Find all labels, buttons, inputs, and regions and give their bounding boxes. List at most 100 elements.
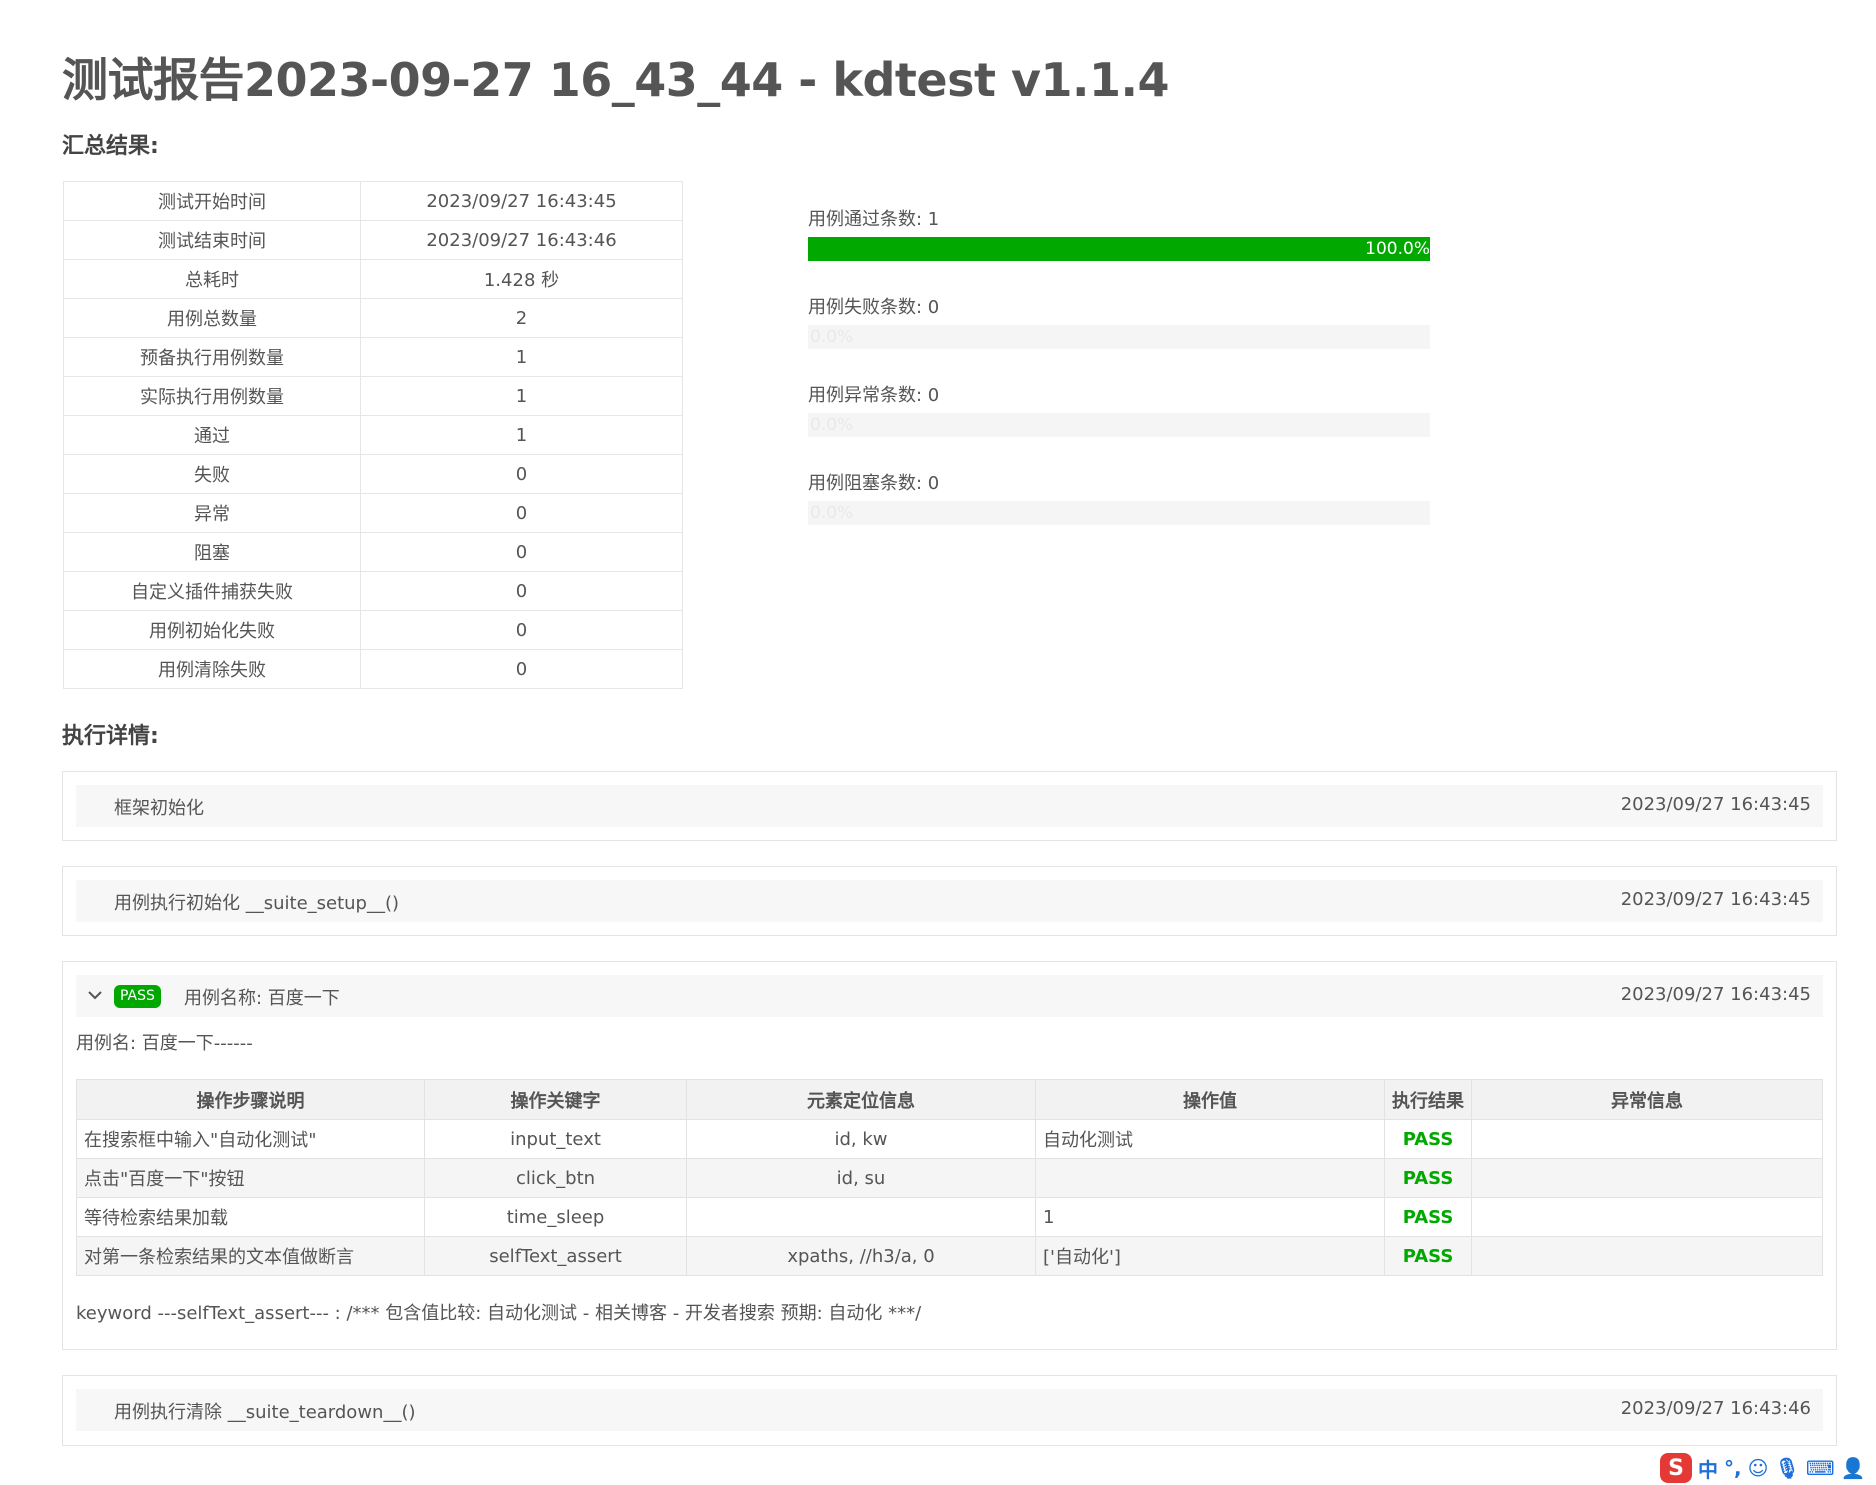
pass-badge: PASS (114, 985, 161, 1008)
summary-key: 测试开始时间 (63, 181, 361, 221)
chevron-down-icon[interactable] (87, 987, 103, 1003)
summary-value: 0 (360, 649, 683, 689)
stat-label: 用例通过条数: 1 (808, 209, 940, 230)
steps-column-header: 操作步骤说明 (76, 1079, 425, 1120)
stat-percent: 100.0% (1365, 239, 1430, 259)
summary-key: 预备执行用例数量 (63, 337, 361, 377)
stat-progress-bar: 0.0% (808, 413, 1430, 437)
summary-value: 0 (360, 493, 683, 533)
step-row: 点击"百度一下"按钮 click_btn id, su PASS (76, 1158, 1823, 1198)
ime-mode[interactable]: 中 (1698, 1454, 1718, 1483)
summary-key: 用例清除失败 (63, 649, 361, 689)
case-time: 2023/09/27 16:43:45 (1620, 984, 1811, 1005)
steps-column-header: 操作关键字 (424, 1079, 687, 1120)
steps-column-header: 执行结果 (1384, 1079, 1472, 1120)
emoji-icon[interactable]: ☺ (1748, 1456, 1769, 1480)
framework-init-panel[interactable]: 框架初始化 2023/09/27 16:43:45 (62, 771, 1837, 841)
details-heading: 执行详情: (62, 724, 159, 749)
summary-key: 用例总数量 (63, 298, 361, 338)
step-desc: 对第一条检索结果的文本值做断言 (76, 1236, 425, 1276)
step-keyword: click_btn (424, 1158, 687, 1198)
summary-key: 实际执行用例数量 (63, 376, 361, 416)
framework-init-header[interactable]: 框架初始化 2023/09/27 16:43:45 (76, 785, 1823, 827)
case-log: keyword ---selfText_assert--- : /*** 包含值… (76, 1303, 922, 1324)
summary-row: 测试开始时间 2023/09/27 16:43:45 (63, 181, 683, 221)
summary-row: 用例初始化失败 0 (63, 610, 683, 650)
step-result: PASS (1384, 1197, 1472, 1237)
suite-setup-panel[interactable]: 用例执行初始化 __suite_setup__() 2023/09/27 16:… (62, 866, 1837, 936)
steps-column-header: 元素定位信息 (686, 1079, 1036, 1120)
summary-table: 测试开始时间 2023/09/27 16:43:45 测试结束时间 2023/09/2… (63, 181, 683, 689)
stat-label: 用例阻塞条数: 0 (808, 473, 940, 494)
step-value: 1 (1035, 1197, 1385, 1237)
suite-teardown-title: 用例执行清除 __suite_teardown__() (114, 1402, 416, 1423)
summary-value: 1.428 秒 (360, 259, 683, 299)
step-error (1471, 1236, 1823, 1276)
summary-key: 失败 (63, 454, 361, 494)
step-locator (686, 1197, 1036, 1237)
step-row: 在搜索框中输入"自动化测试" input_text id, kw 自动化测试 PASS (76, 1119, 1823, 1159)
framework-init-title: 框架初始化 (114, 798, 204, 819)
summary-row: 预备执行用例数量 1 (63, 337, 683, 377)
summary-row: 异常 0 (63, 493, 683, 533)
summary-value: 2023/09/27 16:43:45 (360, 181, 683, 221)
case-header[interactable]: PASS 用例名称: 百度一下 2023/09/27 16:43:45 (76, 975, 1823, 1017)
summary-value: 0 (360, 532, 683, 572)
step-error (1471, 1158, 1823, 1198)
summary-value: 0 (360, 454, 683, 494)
stat-row: 用例通过条数: 1 100.0% (808, 205, 1430, 261)
step-desc: 点击"百度一下"按钮 (76, 1158, 425, 1198)
punctuation-icon[interactable]: °, (1724, 1456, 1742, 1480)
user-icon[interactable]: 👤 (1841, 1456, 1866, 1480)
framework-init-time: 2023/09/27 16:43:45 (1620, 794, 1811, 815)
summary-key: 自定义插件捕获失败 (63, 571, 361, 611)
step-locator: id, kw (686, 1119, 1036, 1159)
summary-key: 总耗时 (63, 259, 361, 299)
stat-label: 用例异常条数: 0 (808, 385, 940, 406)
step-result: PASS (1384, 1119, 1472, 1159)
summary-row: 实际执行用例数量 1 (63, 376, 683, 416)
stat-row: 用例阻塞条数: 0 0.0% (808, 469, 1430, 525)
stat-percent: 0.0% (810, 503, 854, 523)
summary-key: 测试结束时间 (63, 220, 361, 260)
step-value: ['自动化'] (1035, 1236, 1385, 1276)
suite-setup-header[interactable]: 用例执行初始化 __suite_setup__() 2023/09/27 16:… (76, 880, 1823, 922)
ime-toolbar[interactable]: S 中 °, ☺ 🎙 ⌨ 👤 (1660, 1453, 1866, 1483)
summary-value: 2023/09/27 16:43:46 (360, 220, 683, 260)
step-locator: id, su (686, 1158, 1036, 1198)
step-error (1471, 1197, 1823, 1237)
summary-key: 通过 (63, 415, 361, 455)
step-value: 自动化测试 (1035, 1119, 1385, 1159)
suite-teardown-time: 2023/09/27 16:43:46 (1620, 1398, 1811, 1419)
summary-key: 异常 (63, 493, 361, 533)
page-title: 测试报告2023-09-27 16_43_44 - kdtest v1.1.4 (62, 53, 1169, 107)
step-row: 等待检索结果加载 time_sleep 1 PASS (76, 1197, 1823, 1237)
summary-value: 1 (360, 337, 683, 377)
microphone-icon[interactable]: 🎙 (1774, 1456, 1799, 1480)
ime-logo[interactable]: S (1660, 1453, 1692, 1483)
stat-percent: 0.0% (810, 415, 854, 435)
step-desc: 在搜索框中输入"自动化测试" (76, 1119, 425, 1159)
summary-key: 用例初始化失败 (63, 610, 361, 650)
step-keyword: selfText_assert (424, 1236, 687, 1276)
summary-row: 自定义插件捕获失败 0 (63, 571, 683, 611)
step-value (1035, 1158, 1385, 1198)
steps-column-header: 操作值 (1035, 1079, 1385, 1120)
summary-value: 1 (360, 376, 683, 416)
step-result: PASS (1384, 1236, 1472, 1276)
stat-progress-bar: 0.0% (808, 501, 1430, 525)
step-keyword: time_sleep (424, 1197, 687, 1237)
summary-heading: 汇总结果: (62, 134, 159, 159)
keyboard-icon[interactable]: ⌨ (1806, 1456, 1835, 1480)
stat-label: 用例失败条数: 0 (808, 297, 940, 318)
suite-teardown-panel[interactable]: 用例执行清除 __suite_teardown__() 2023/09/27 1… (62, 1375, 1837, 1446)
steps-column-header: 异常信息 (1471, 1079, 1823, 1120)
step-desc: 等待检索结果加载 (76, 1197, 425, 1237)
summary-value: 1 (360, 415, 683, 455)
summary-row: 总耗时 1.428 秒 (63, 259, 683, 299)
stat-percent: 0.0% (810, 327, 854, 347)
summary-row: 阻塞 0 (63, 532, 683, 572)
stat-row: 用例异常条数: 0 0.0% (808, 381, 1430, 437)
case-title: 用例名称: 百度一下 (184, 988, 340, 1009)
suite-teardown-header[interactable]: 用例执行清除 __suite_teardown__() 2023/09/27 1… (76, 1389, 1823, 1431)
